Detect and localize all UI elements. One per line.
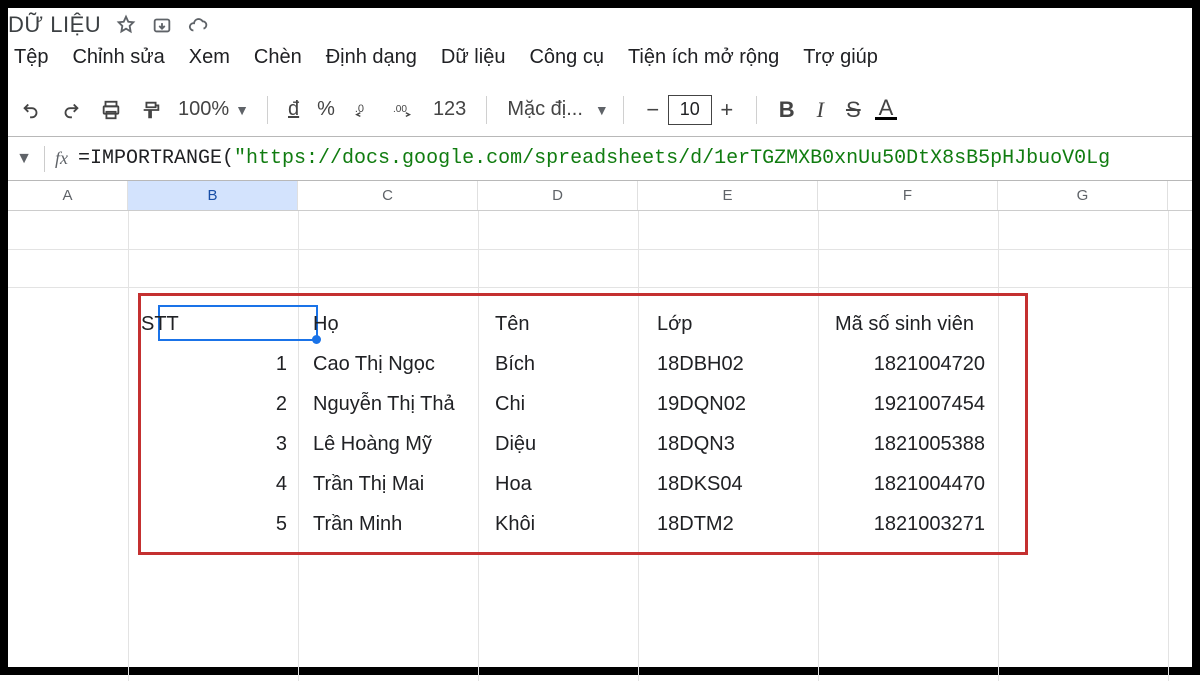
zoom-select[interactable]: 100%▼ [174, 98, 253, 121]
table-row: 3 Lê Hoàng Mỹ Diệu 18DQN3 1821005388 [130, 425, 998, 463]
star-icon[interactable] [115, 14, 137, 36]
separator [44, 146, 45, 172]
table-row: 5 Trần Minh Khôi 18DTM2 1821003271 [130, 505, 998, 543]
col-header-b[interactable]: B [128, 181, 298, 210]
increase-font-button[interactable]: + [712, 97, 742, 123]
menu-help[interactable]: Trợ giúp [803, 46, 878, 69]
col-header-g[interactable]: G [998, 181, 1168, 210]
chevron-down-icon: ▼ [235, 102, 249, 118]
header-msv[interactable]: Mã số sinh viên [828, 305, 998, 343]
menu-data[interactable]: Dữ liệu [441, 46, 506, 69]
name-box-dropdown[interactable]: ▼ [14, 150, 34, 168]
number-format-button[interactable]: 123 [427, 98, 472, 121]
table-row: 4 Trần Thị Mai Hoa 18DKS04 1821004470 [130, 465, 998, 503]
font-select[interactable]: Mặc đị...▼ [501, 98, 608, 121]
col-header-f[interactable]: F [818, 181, 998, 210]
menu-bar: Tệp Chỉnh sửa Xem Chèn Định dạng Dữ liệu… [8, 40, 1192, 83]
svg-text:.00: .00 [393, 103, 407, 114]
fx-icon: fx [55, 148, 68, 169]
col-header-e[interactable]: E [638, 181, 818, 210]
undo-icon[interactable] [14, 93, 48, 127]
toolbar: 100%▼ đ % .0 .00 123 Mặc đị...▼ − 10 + B… [8, 83, 1192, 137]
chevron-down-icon: ▼ [595, 102, 609, 118]
col-header-c[interactable]: C [298, 181, 478, 210]
font-size-input[interactable]: 10 [668, 95, 712, 125]
separator [756, 96, 757, 124]
percent-button[interactable]: % [311, 98, 341, 121]
header-ho[interactable]: Họ [302, 305, 482, 343]
text-color-button[interactable]: A [875, 99, 898, 120]
grid-area[interactable]: STT Họ Tên Lớp Mã số sinh viên 1 Cao Thị… [8, 211, 1192, 681]
bold-button[interactable]: B [771, 97, 803, 123]
move-icon[interactable] [151, 14, 173, 36]
redo-icon[interactable] [54, 93, 88, 127]
column-headers: A B C D E F G [8, 181, 1192, 211]
data-table: STT Họ Tên Lớp Mã số sinh viên 1 Cao Thị… [128, 303, 1000, 545]
header-lop[interactable]: Lớp [646, 305, 826, 343]
menu-edit[interactable]: Chỉnh sửa [72, 46, 164, 69]
table-row: 2 Nguyễn Thị Thả Chi 19DQN02 1921007454 [130, 385, 998, 423]
print-icon[interactable] [94, 93, 128, 127]
currency-button[interactable]: đ [282, 98, 305, 121]
menu-tools[interactable]: Công cụ [529, 46, 604, 69]
strike-button[interactable]: S [838, 97, 869, 123]
separator [486, 96, 487, 124]
increase-decimal-icon[interactable]: .00 [387, 93, 421, 127]
formula-bar: ▼ fx =IMPORTRANGE("https://docs.google.c… [8, 137, 1192, 181]
col-header-d[interactable]: D [478, 181, 638, 210]
menu-insert[interactable]: Chèn [254, 46, 302, 69]
menu-file[interactable]: Tệp [14, 46, 48, 69]
decrease-decimal-icon[interactable]: .0 [347, 93, 381, 127]
doc-title[interactable]: DỮ LIỆU [8, 12, 101, 38]
decrease-font-button[interactable]: − [638, 97, 668, 123]
menu-format[interactable]: Định dạng [326, 46, 417, 69]
table-row: 1 Cao Thị Ngọc Bích 18DBH02 1821004720 [130, 345, 998, 383]
font-size-box: − 10 + [638, 95, 742, 125]
table-header-row: STT Họ Tên Lớp Mã số sinh viên [130, 305, 998, 343]
separator [267, 96, 268, 124]
title-bar: DỮ LIỆU [8, 8, 1192, 40]
menu-extensions[interactable]: Tiện ích mở rộng [628, 46, 779, 69]
menu-view[interactable]: Xem [189, 46, 230, 69]
header-ten[interactable]: Tên [484, 305, 644, 343]
formula-input[interactable]: =IMPORTRANGE("https://docs.google.com/sp… [78, 147, 1110, 170]
paint-format-icon[interactable] [134, 93, 168, 127]
italic-button[interactable]: I [809, 97, 832, 123]
header-stt[interactable]: STT [130, 305, 300, 343]
cloud-icon[interactable] [187, 14, 209, 36]
col-header-a[interactable]: A [8, 181, 128, 210]
separator [623, 96, 624, 124]
